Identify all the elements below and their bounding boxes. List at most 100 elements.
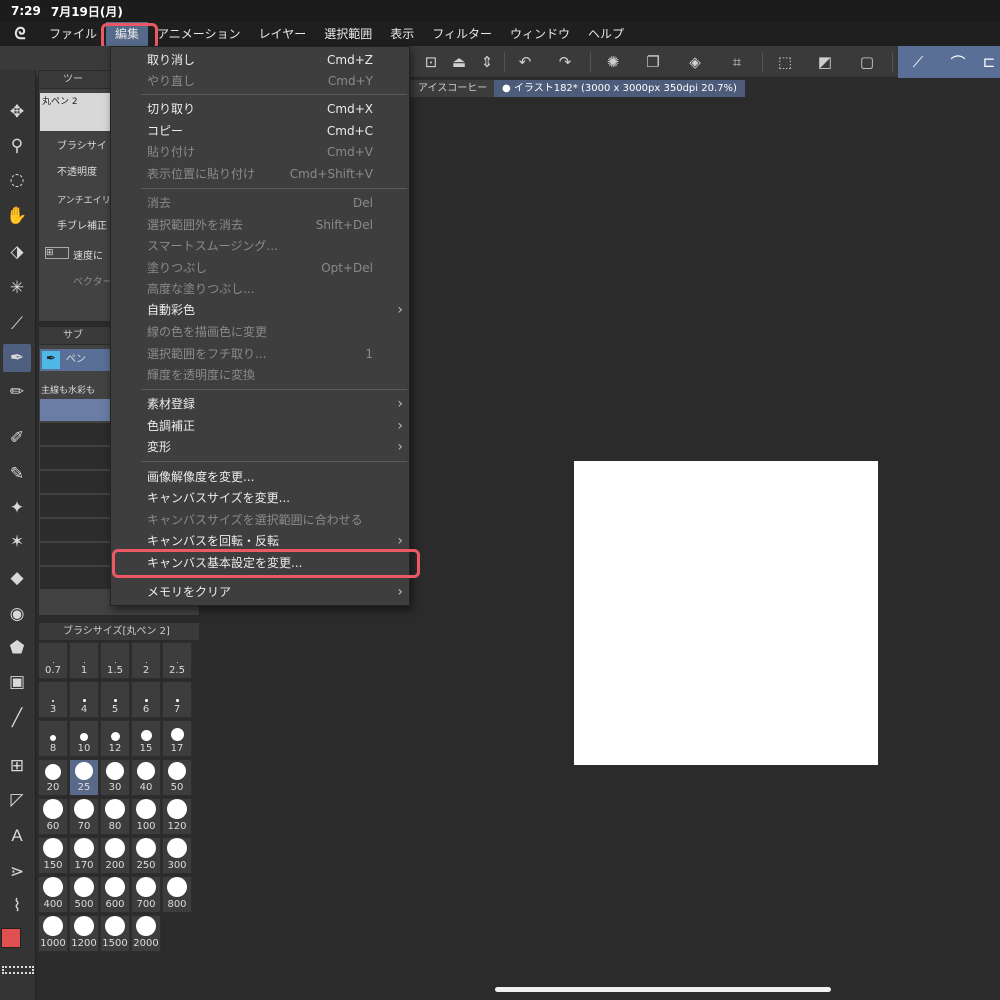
home-indicator[interactable] — [495, 987, 831, 992]
subtool-item[interactable] — [40, 423, 110, 445]
subtool-item[interactable] — [40, 447, 110, 469]
subtool-item[interactable] — [40, 543, 110, 565]
edit-menu-item-15[interactable]: 素材登録 › — [111, 394, 411, 415]
brush-size-700[interactable]: 700 — [131, 876, 161, 913]
edit-menu-item-18[interactable]: 画像解像度を変更... — [111, 467, 411, 488]
subtool-item[interactable] — [40, 567, 110, 589]
brush-size-50[interactable]: 50 — [162, 759, 192, 796]
decoration-icon[interactable]: ✦ — [3, 494, 31, 522]
brush-size-170[interactable]: 170 — [69, 837, 99, 874]
edit-menu-item-0[interactable]: 取り消し Cmd+Z — [111, 50, 411, 71]
subtool-item[interactable] — [40, 519, 110, 541]
snap-special-ruler-icon[interactable]: ⌒ — [938, 46, 978, 78]
brush-size-2-5[interactable]: 2.5 — [162, 642, 192, 679]
magic-wand-icon[interactable]: ✳ — [3, 274, 31, 302]
transparent-color-icon[interactable] — [2, 966, 34, 974]
brush-size-1[interactable]: 1 — [69, 642, 99, 679]
edit-menu-item-16[interactable]: 色調補正 › — [111, 416, 411, 437]
snap-grid-icon[interactable]: ⊏ — [978, 46, 1000, 78]
edit-menu-item-17[interactable]: 変形 › — [111, 437, 411, 458]
menu-animation[interactable]: アニメーション — [148, 22, 250, 46]
eraser-icon[interactable]: ◆ — [3, 564, 31, 592]
redo-icon[interactable]: ↷ — [552, 50, 578, 74]
brush-size-120[interactable]: 120 — [162, 798, 192, 835]
brush-size-80[interactable]: 80 — [100, 798, 130, 835]
brush-size-10[interactable]: 10 — [69, 720, 99, 757]
brush-size-1-5[interactable]: 1.5 — [100, 642, 130, 679]
brush-size-1000[interactable]: 1000 — [38, 915, 68, 952]
brush-size-4[interactable]: 4 — [69, 681, 99, 718]
brush-size-30[interactable]: 30 — [100, 759, 130, 796]
crop-icon[interactable]: ⌗ — [724, 50, 750, 74]
snap-ruler-icon[interactable]: ⟋ — [898, 46, 938, 78]
subtool-group-pen[interactable]: ✒ ペン — [40, 349, 110, 371]
stepper-icon[interactable]: ⇕ — [474, 50, 500, 74]
menu-window[interactable]: ウィンドウ — [501, 22, 579, 46]
undo-icon[interactable]: ↶ — [512, 50, 538, 74]
ruler-icon[interactable]: ◸ — [3, 786, 31, 814]
drawing-canvas[interactable] — [574, 461, 878, 765]
select-icon[interactable]: ⬗ — [3, 238, 31, 266]
brush-size-600[interactable]: 600 — [100, 876, 130, 913]
invert-selection-icon[interactable]: ◩ — [812, 50, 838, 74]
brush-size-400[interactable]: 400 — [38, 876, 68, 913]
pen-icon[interactable]: ✒ — [3, 344, 31, 372]
loading-icon[interactable]: ✺ — [600, 50, 626, 74]
edit-menu-item-11[interactable]: 自動彩色 › — [111, 300, 411, 321]
menu-view[interactable]: 表示 — [381, 22, 423, 46]
edit-menu-item-2[interactable]: 切り取り Cmd+X — [111, 99, 411, 120]
brush-size-150[interactable]: 150 — [38, 837, 68, 874]
brush-size-100[interactable]: 100 — [131, 798, 161, 835]
lasso-icon[interactable]: ◌ — [3, 166, 31, 194]
brush-size-25[interactable]: 25 — [69, 759, 99, 796]
gradient-icon[interactable]: ⬟ — [3, 634, 31, 662]
open-file-icon[interactable]: ⊡ — [418, 50, 444, 74]
balloon-icon[interactable]: ⋗ — [3, 858, 31, 886]
brush-size-200[interactable]: 200 — [100, 837, 130, 874]
brush-size-300[interactable]: 300 — [162, 837, 192, 874]
clip-studio-icon[interactable]: ᘓ — [0, 22, 40, 46]
zoom-icon[interactable]: ⚲ — [3, 132, 31, 160]
brush-size-15[interactable]: 15 — [131, 720, 161, 757]
brush-size-17[interactable]: 17 — [162, 720, 192, 757]
line-icon[interactable]: ╱ — [3, 704, 31, 732]
brush-size-12[interactable]: 12 — [100, 720, 130, 757]
menu-help[interactable]: ヘルプ — [579, 22, 633, 46]
brush-size-2[interactable]: 2 — [131, 642, 161, 679]
fill-icon[interactable]: ◈ — [682, 50, 708, 74]
brush-size-60[interactable]: 60 — [38, 798, 68, 835]
brush-size-250[interactable]: 250 — [131, 837, 161, 874]
brush-size-3[interactable]: 3 — [38, 681, 68, 718]
brush-size-6[interactable]: 6 — [131, 681, 161, 718]
brush-size-8[interactable]: 8 — [38, 720, 68, 757]
menu-file[interactable]: ファイル — [40, 22, 106, 46]
brush-size-1200[interactable]: 1200 — [69, 915, 99, 952]
text-icon[interactable]: A — [3, 822, 31, 850]
subtool-item[interactable] — [40, 495, 110, 517]
subtool-item[interactable] — [40, 399, 110, 421]
tab-ice-coffee[interactable]: アイスコーヒー — [410, 80, 496, 97]
correction-icon[interactable]: ⌇ — [3, 892, 31, 920]
brush-size-40[interactable]: 40 — [131, 759, 161, 796]
menu-filter[interactable]: フィルター — [423, 22, 501, 46]
brush-icon[interactable]: ✐ — [3, 424, 31, 452]
speed-checkbox[interactable]: ⊞ — [45, 247, 69, 259]
subtool-item[interactable] — [40, 471, 110, 493]
edit-menu-item-19[interactable]: キャンバスサイズを変更... — [111, 488, 411, 509]
brush-size-20[interactable]: 20 — [38, 759, 68, 796]
hide-selection-icon[interactable]: ⬚ — [772, 50, 798, 74]
brush-size-70[interactable]: 70 — [69, 798, 99, 835]
eyedropper-icon[interactable]: ⟋ — [3, 310, 31, 338]
tab-close-dot[interactable]: ● — [502, 83, 514, 94]
tab-illust-182[interactable]: ● イラスト182* (3000 x 3000px 350dpi 20.7%) — [494, 80, 745, 97]
edit-menu-item-3[interactable]: コピー Cmd+C — [111, 121, 411, 142]
select-all-icon[interactable]: ▢ — [854, 50, 880, 74]
brush-size-5[interactable]: 5 — [100, 681, 130, 718]
brush-size-500[interactable]: 500 — [69, 876, 99, 913]
save-icon[interactable]: ⏏ — [446, 50, 472, 74]
brush-size-0-7[interactable]: 0.7 — [38, 642, 68, 679]
brush-size-800[interactable]: 800 — [162, 876, 192, 913]
gradient-square-icon[interactable]: ▣ — [3, 668, 31, 696]
brush-size-7[interactable]: 7 — [162, 681, 192, 718]
brush-size-2000[interactable]: 2000 — [131, 915, 161, 952]
